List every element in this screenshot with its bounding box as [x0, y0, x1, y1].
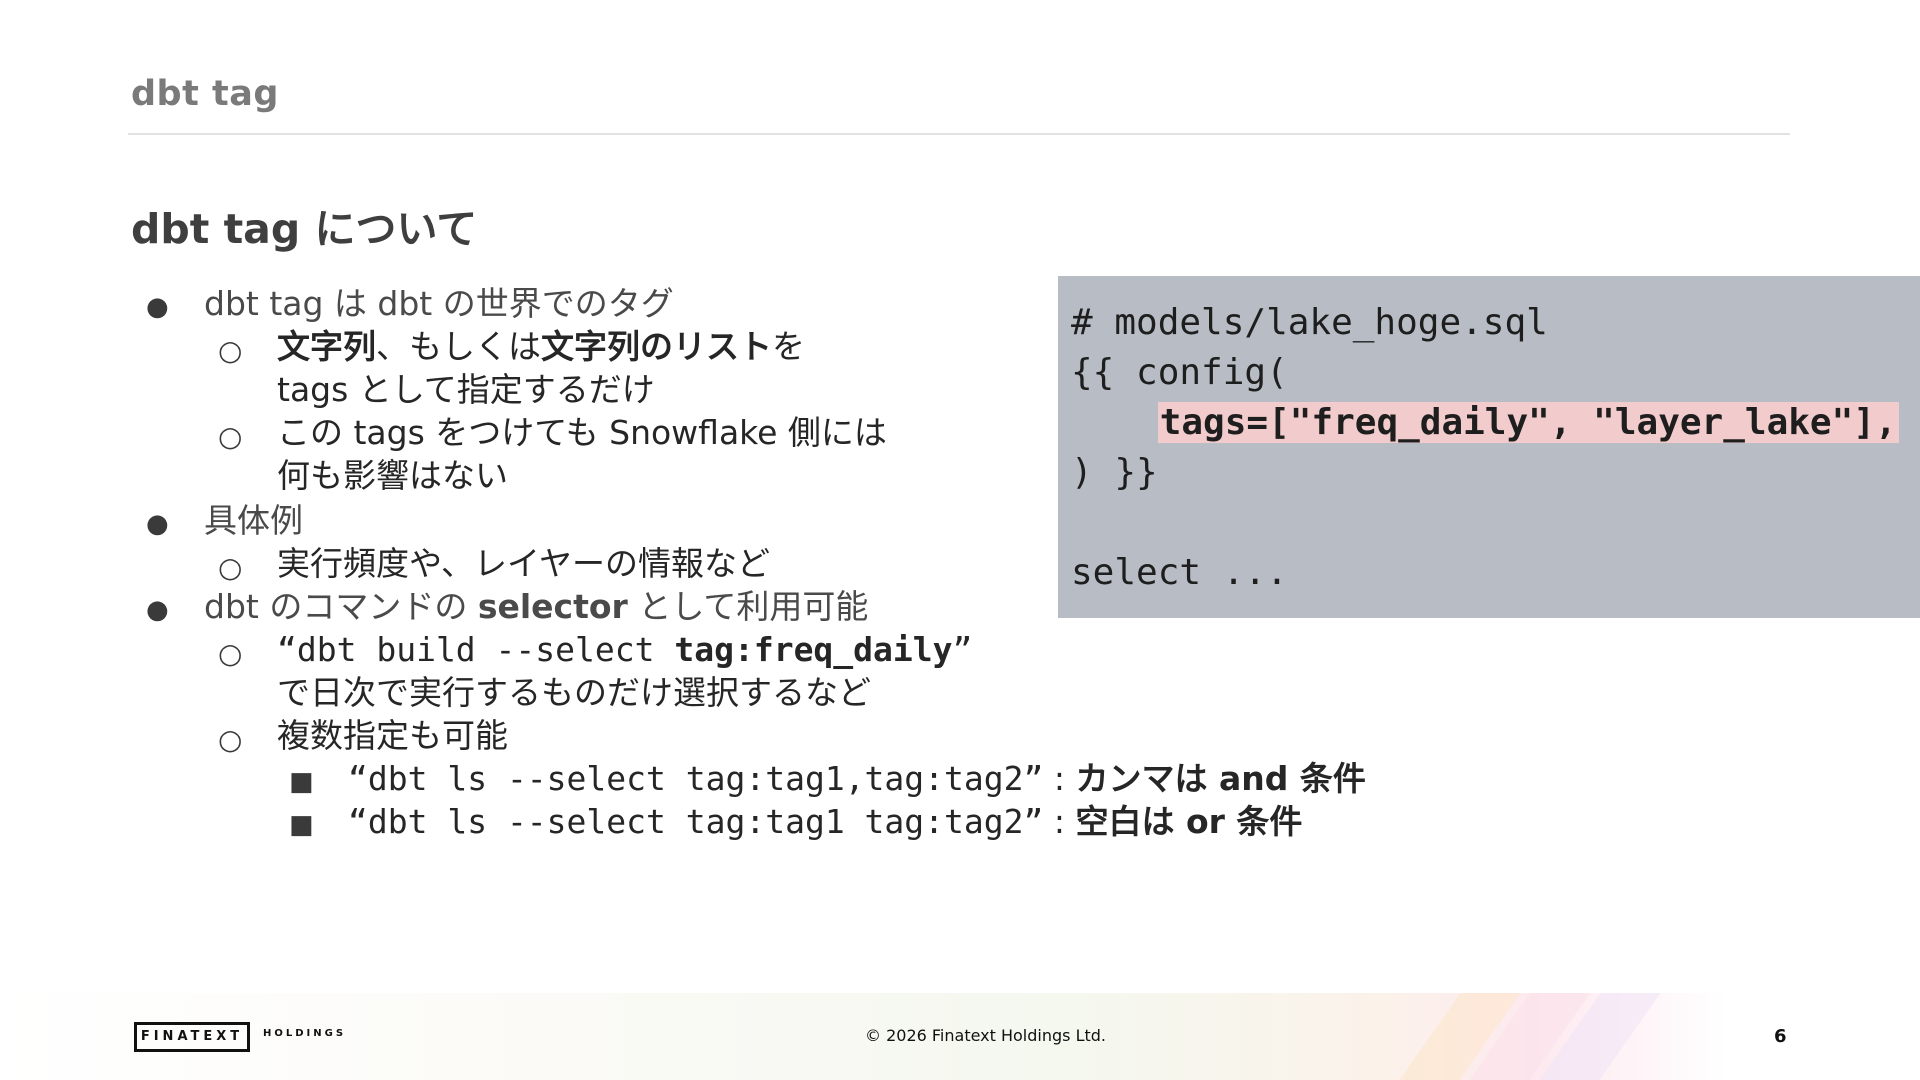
- header-title: dbt tag: [131, 74, 279, 114]
- sub-sub-bullet-item: “dbt ls --select tag:tag1,tag:tag2” : カン…: [348, 757, 1366, 800]
- text: として利用可能: [627, 587, 869, 626]
- bullet-item: 具体例: [204, 501, 303, 540]
- code-line: tags=["freq_daily", "layer_lake"],: [1071, 398, 1899, 448]
- sub-bullet-continuation: tags として指定するだけ: [277, 370, 655, 409]
- text: dbt のコマンドの: [204, 587, 478, 626]
- text: 、もしくは: [376, 327, 541, 366]
- text: を: [772, 327, 805, 366]
- bold-text: 文字列: [277, 327, 376, 366]
- separator: :: [1043, 759, 1076, 798]
- bullet-marker: ●: [146, 509, 169, 539]
- sub-bullet-continuation: で日次で実行するものだけ選択するなど: [277, 673, 871, 712]
- highlighted-code: tags=["freq_daily", "layer_lake"],: [1157, 402, 1899, 443]
- page-number: 6: [1774, 1026, 1787, 1047]
- sub-bullet-marker: ○: [218, 334, 243, 367]
- sub-sub-bullet-marker: ■: [289, 767, 314, 797]
- bold-text: 文字列のリスト: [541, 327, 772, 366]
- bold-text: 空白は or 条件: [1075, 802, 1303, 841]
- bullet-marker: ●: [146, 595, 169, 625]
- code-text: “dbt ls --select tag:tag1,tag:tag2”: [348, 759, 1044, 798]
- sub-bullet-item: 文字列、もしくは文字列のリストを: [277, 325, 805, 368]
- code-line: ) }}: [1071, 452, 1158, 493]
- code-line: select ...: [1071, 552, 1288, 593]
- sub-bullet-marker: ○: [218, 637, 243, 670]
- sub-bullet-item: “dbt build --select tag:freq_daily”: [277, 628, 972, 671]
- sub-bullet-item: 実行頻度や、レイヤーの情報など: [277, 544, 771, 583]
- sub-sub-bullet-item: “dbt ls --select tag:tag1 tag:tag2” : 空白…: [348, 800, 1302, 843]
- sub-sub-bullet-marker: ■: [289, 810, 314, 840]
- separator: :: [1043, 802, 1076, 841]
- code-line: {{ config(: [1071, 352, 1288, 393]
- copyright-text: © 2026 Finatext Holdings Ltd.: [865, 1026, 1106, 1045]
- bold-text: selector: [477, 587, 628, 626]
- bullet-marker: ●: [146, 292, 169, 322]
- bullet-item: dbt のコマンドの selector として利用可能: [204, 585, 868, 628]
- code-line: # models/lake_hoge.sql: [1071, 302, 1548, 343]
- company-logo-subtitle: HOLDINGS: [263, 1028, 347, 1039]
- section-title: dbt tag について: [131, 205, 478, 253]
- sub-bullet-marker: ○: [218, 551, 243, 584]
- code-text: ”: [952, 630, 973, 669]
- header-divider: [128, 133, 1790, 135]
- sub-bullet-continuation: 何も影響はない: [277, 456, 508, 495]
- bold-text: カンマは and 条件: [1075, 759, 1366, 798]
- code-text: “dbt build --select: [277, 630, 675, 669]
- code-text: “dbt ls --select tag:tag1 tag:tag2”: [348, 802, 1044, 841]
- sub-bullet-marker: ○: [218, 420, 243, 453]
- bold-code-text: tag:freq_daily: [674, 630, 953, 669]
- sub-bullet-marker: ○: [218, 723, 243, 756]
- bullet-item: dbt tag は dbt の世界でのタグ: [204, 284, 674, 323]
- company-logo: FINATEXT: [134, 1022, 250, 1052]
- sub-bullet-item: この tags をつけても Snowflake 側には: [277, 413, 887, 452]
- sub-bullet-item: 複数指定も可能: [277, 716, 508, 755]
